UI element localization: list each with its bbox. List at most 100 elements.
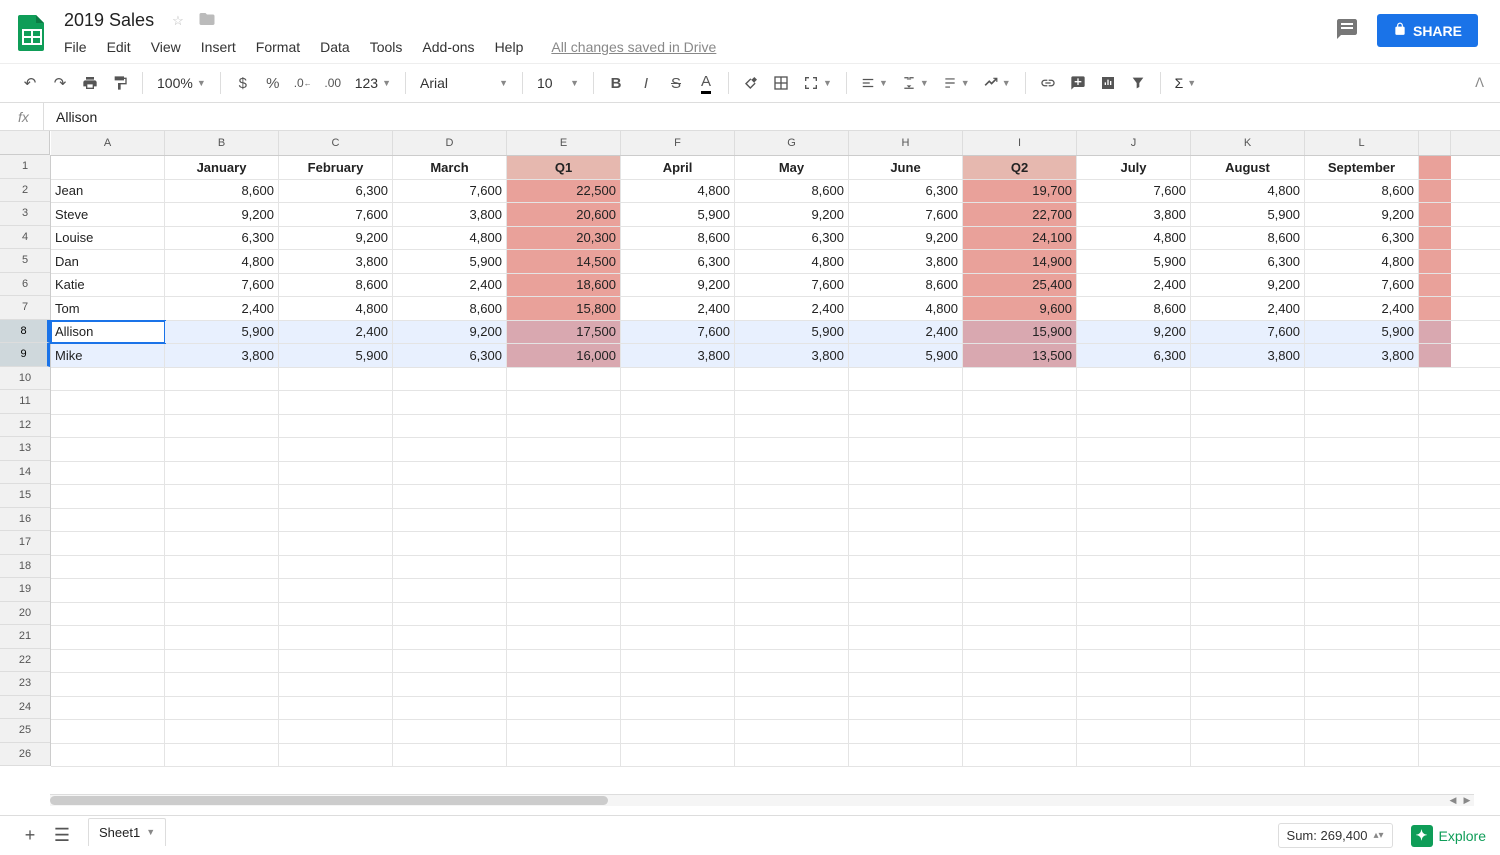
cell[interactable] [507,720,621,743]
cell[interactable] [507,462,621,485]
cell[interactable] [963,532,1077,555]
cell[interactable] [1077,391,1191,414]
cell[interactable]: Katie [51,274,165,297]
cell[interactable]: 25,400 [963,274,1077,297]
cell[interactable] [1419,203,1451,226]
col-header-F[interactable]: F [621,131,735,155]
cell[interactable] [507,391,621,414]
save-status[interactable]: All changes saved in Drive [551,39,716,55]
cell[interactable] [735,673,849,696]
cell[interactable] [1419,603,1451,626]
cell[interactable]: 7,600 [1077,180,1191,203]
menu-tools[interactable]: Tools [370,39,403,55]
cell[interactable] [621,603,735,626]
row-header-14[interactable]: 14 [0,461,50,485]
col-header-G[interactable]: G [735,131,849,155]
cell[interactable]: Allison [51,321,165,344]
cell[interactable] [507,485,621,508]
cell[interactable] [279,744,393,767]
redo-button[interactable]: ↷ [46,69,74,97]
cell[interactable] [1419,462,1451,485]
font-size-dropdown[interactable]: 10▼ [531,75,585,91]
cell[interactable] [279,368,393,391]
cell[interactable] [393,650,507,673]
cell[interactable] [393,697,507,720]
cell[interactable] [735,579,849,602]
cell[interactable] [1077,579,1191,602]
cell[interactable] [393,720,507,743]
cell[interactable]: August [1191,156,1305,179]
cell[interactable] [1077,650,1191,673]
cell[interactable] [279,462,393,485]
cell[interactable] [621,626,735,649]
menu-view[interactable]: View [151,39,181,55]
cell[interactable]: 15,900 [963,321,1077,344]
cell[interactable] [1305,650,1419,673]
cell[interactable]: 3,800 [621,344,735,367]
cell[interactable]: 6,300 [849,180,963,203]
cell[interactable]: 9,200 [393,321,507,344]
cell[interactable]: 5,900 [393,250,507,273]
cell[interactable] [1419,744,1451,767]
cell[interactable]: 6,300 [393,344,507,367]
cell[interactable] [963,485,1077,508]
cell[interactable]: 4,800 [393,227,507,250]
cell[interactable] [621,697,735,720]
cell[interactable] [1305,415,1419,438]
cell[interactable] [1077,673,1191,696]
undo-button[interactable]: ↶ [16,69,44,97]
explore-button[interactable]: ✦ Explore [1411,825,1486,847]
cell[interactable] [1419,650,1451,673]
cell[interactable] [1077,485,1191,508]
col-header-D[interactable]: D [393,131,507,155]
hscroll-right-icon[interactable]: ▶ [1460,794,1474,806]
cell[interactable]: 3,800 [1191,344,1305,367]
cell[interactable] [849,509,963,532]
cell[interactable] [735,368,849,391]
menu-edit[interactable]: Edit [107,39,131,55]
cell[interactable]: 8,600 [849,274,963,297]
cell[interactable]: September [1305,156,1419,179]
cell[interactable]: 2,400 [279,321,393,344]
row-header-16[interactable]: 16 [0,508,50,532]
cell[interactable] [1419,438,1451,461]
cell[interactable] [1191,603,1305,626]
cell[interactable]: 13,500 [963,344,1077,367]
cell[interactable] [1191,368,1305,391]
cell[interactable] [393,626,507,649]
halign-dropdown[interactable]: ▼ [855,76,894,90]
row-header-10[interactable]: 10 [0,367,50,391]
percent-button[interactable]: % [259,69,287,97]
cell[interactable] [1191,650,1305,673]
row-header-22[interactable]: 22 [0,649,50,673]
cell[interactable]: 4,800 [279,297,393,320]
cell[interactable] [735,626,849,649]
cell[interactable] [1419,626,1451,649]
cell[interactable] [621,673,735,696]
cell[interactable] [1419,509,1451,532]
cell[interactable] [849,462,963,485]
cell[interactable] [735,697,849,720]
cell[interactable]: 3,800 [279,250,393,273]
borders-button[interactable] [767,69,795,97]
cell[interactable] [963,391,1077,414]
cell[interactable] [849,720,963,743]
cell[interactable]: 4,800 [735,250,849,273]
cell[interactable] [1419,415,1451,438]
text-color-button[interactable]: A [692,69,720,97]
col-header-partial[interactable] [1419,131,1451,155]
cell[interactable] [393,532,507,555]
cell[interactable] [849,556,963,579]
cell[interactable]: 4,800 [1191,180,1305,203]
cell[interactable] [1305,673,1419,696]
cell[interactable] [849,697,963,720]
row-header-17[interactable]: 17 [0,531,50,555]
cell[interactable] [1419,579,1451,602]
doc-title[interactable]: 2019 Sales [60,8,158,33]
cell[interactable] [393,673,507,696]
cell[interactable] [621,650,735,673]
cell[interactable] [1191,438,1305,461]
menu-add-ons[interactable]: Add-ons [422,39,474,55]
cell[interactable]: 4,800 [621,180,735,203]
print-button[interactable] [76,69,104,97]
